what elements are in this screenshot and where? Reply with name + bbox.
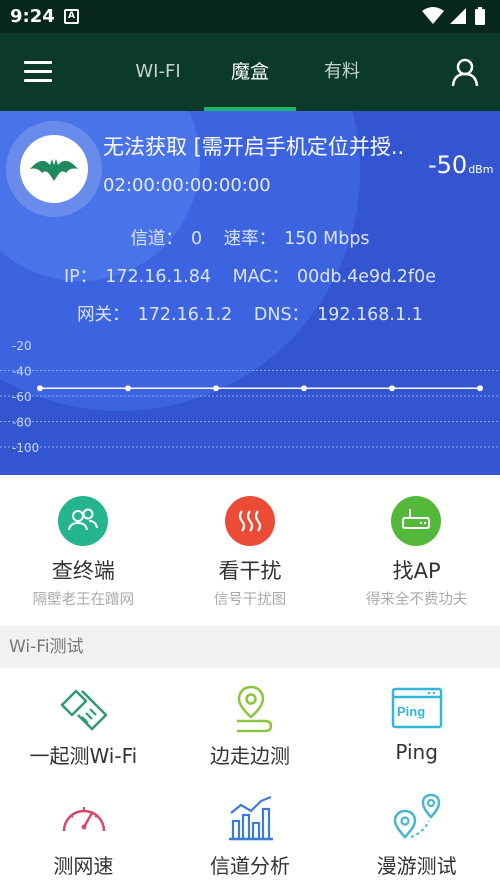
bssid-text: 02:00:00:00:00:00 [103, 175, 271, 196]
ping-window-icon: Ping [391, 683, 443, 735]
top-tabs: WI-FI 魔盒 有料 [112, 33, 388, 111]
signal-unit: dBm [468, 163, 494, 176]
signal-value: -50 [428, 151, 468, 179]
menu-icon[interactable] [24, 61, 52, 83]
notification-icon: A [64, 9, 79, 24]
battery-icon [475, 7, 485, 25]
handshake-icon [58, 683, 110, 735]
y-tick-label: -40 [12, 365, 32, 379]
bar-chart-icon [225, 793, 277, 845]
router-icon [391, 496, 442, 546]
svg-text:Ping: Ping [397, 704, 425, 719]
signal-data-point [125, 385, 131, 392]
wifi-signal-icon [422, 7, 444, 24]
signal-data-point [389, 385, 395, 392]
feature-interference-title: 看干扰 [218, 559, 282, 583]
signal-data-point [477, 385, 483, 392]
signal-data-point [301, 385, 307, 392]
gateway-dns-row: 网关： 172.16.1.2 DNS： 192.168.1.1 [0, 301, 500, 326]
tool-roaming-test[interactable]: 漫游测试 [333, 778, 500, 888]
ip-label: IP： [64, 267, 98, 287]
speedometer-icon [58, 793, 110, 845]
y-tick-label: -80 [12, 416, 32, 430]
feature-find-ap[interactable]: 找AP 得来全不费功夫 [333, 475, 500, 626]
rate-label: 速率： [223, 229, 277, 249]
tab-wifi[interactable]: WI-FI [112, 33, 204, 111]
signal-history-chart: -20 -40 -60 -80 -100 [0, 339, 500, 455]
app-header: WI-FI 魔盒 有料 [0, 33, 500, 111]
feature-terminals[interactable]: 查终端 隔壁老王在蹭网 [0, 475, 167, 626]
tool-roaming-test-label: 漫游测试 [376, 854, 457, 878]
section-header-wifi-test: Wi-Fi测试 [0, 626, 500, 668]
tab-youliao[interactable]: 有料 [296, 33, 388, 111]
gateway-label: 网关： [77, 305, 130, 325]
feature-terminals-subtitle: 隔壁老王在蹭网 [32, 592, 135, 608]
tool-channel-analysis[interactable]: 信道分析 [167, 778, 334, 888]
feature-terminals-title: 查终端 [51, 559, 115, 583]
user-icon[interactable] [450, 57, 480, 87]
tool-test-together-label: 一起测Wi-Fi [29, 744, 138, 768]
status-icons [420, 6, 492, 30]
ip-mac-row: IP： 172.16.1.84 MAC： 00db.4e9d.2f0e [0, 263, 500, 288]
status-time: 9:24 [10, 6, 55, 27]
tool-ping-label: Ping [395, 740, 438, 764]
feature-row: 查终端 隔壁老王在蹭网 看干扰 信号干扰图 找AP 得来全不费功夫 [0, 475, 500, 626]
ssid-text: 无法获取 [需开启手机定位并授.. [103, 135, 405, 159]
y-tick-label: -100 [12, 441, 39, 455]
tools-grid: 一起测Wi-Fi 边走边测 Ping Ping 测网速 信道分析 漫游测试 [0, 668, 500, 888]
dns-label: DNS： [253, 305, 310, 325]
channel-value: 0 [190, 229, 203, 249]
tool-speed-test[interactable]: 测网速 [0, 778, 167, 888]
tool-walk-test[interactable]: 边走边测 [167, 668, 334, 778]
tool-ping[interactable]: Ping Ping [333, 668, 500, 778]
tool-channel-analysis-label: 信道分析 [209, 854, 290, 878]
y-tick-label: -20 [12, 339, 32, 353]
channel-label: 信道： [130, 229, 183, 249]
y-tick-label: -60 [12, 390, 32, 404]
mac-label: MAC： [232, 267, 290, 287]
tool-test-together[interactable]: 一起测Wi-Fi [0, 668, 167, 778]
gateway-value: 172.16.1.2 [137, 305, 233, 325]
cell-signal-icon [450, 8, 466, 24]
signal-strength: -50dBm [428, 151, 493, 179]
mac-value: 00db.4e9d.2f0e [297, 267, 436, 287]
feature-interference[interactable]: 看干扰 信号干扰图 [167, 475, 334, 626]
tool-speed-test-label: 测网速 [53, 854, 114, 878]
channel-rate-row: 信道： 0 速率： 150 Mbps [0, 225, 500, 250]
tab-mohe[interactable]: 魔盒 [204, 33, 296, 111]
wifi-info-panel: 无法获取 [需开启手机定位并授.. 02:00:00:00:00:00 -50d… [0, 111, 500, 475]
interference-icon [224, 496, 275, 546]
signal-data-point [213, 385, 219, 392]
signal-data-point [37, 385, 43, 392]
status-bar: 9:24 A [0, 0, 500, 33]
feature-find-ap-title: 找AP [392, 559, 441, 583]
ip-value: 172.16.1.84 [105, 267, 211, 287]
feature-interference-subtitle: 信号干扰图 [213, 592, 287, 608]
dns-value: 192.168.1.1 [317, 305, 423, 325]
bat-logo-icon [30, 159, 78, 181]
location-walk-icon [225, 683, 277, 735]
rate-value: 150 Mbps [284, 229, 370, 249]
tool-walk-test-label: 边走边测 [209, 744, 290, 768]
roaming-pins-icon [391, 793, 443, 845]
feature-find-ap-subtitle: 得来全不费功夫 [365, 592, 468, 608]
app-logo [6, 121, 102, 217]
users-icon [58, 496, 108, 546]
